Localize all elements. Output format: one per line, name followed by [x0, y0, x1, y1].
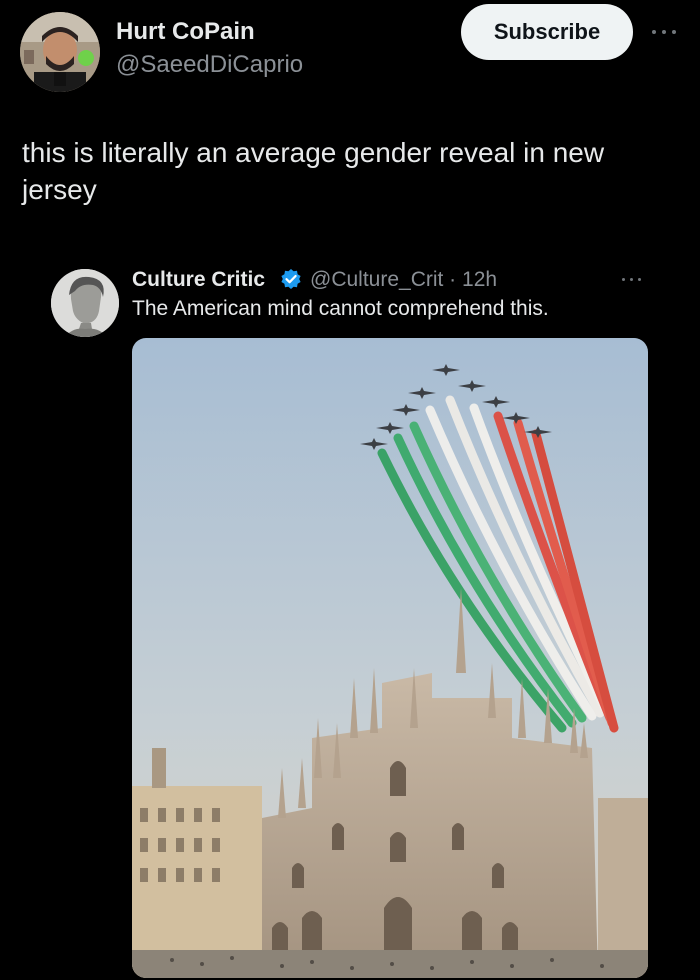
quoted-author-handle-time[interactable]: @Culture_Crit · 12h [310, 268, 497, 292]
subscribe-button[interactable]: Subscribe [461, 4, 633, 60]
author-display-name[interactable]: Hurt CoPain [116, 18, 255, 46]
quoted-post[interactable]: Culture Critic @Culture_Crit · 12h The A… [48, 260, 660, 980]
ellipsis-icon[interactable] [620, 272, 644, 288]
verified-badge-icon [281, 269, 301, 289]
quoted-post-text: The American mind cannot comprehend this… [132, 297, 549, 320]
profile-photo-icon [20, 12, 100, 92]
quoted-author-name[interactable]: Culture Critic [132, 268, 265, 292]
quoted-author-avatar[interactable] [51, 269, 119, 337]
post-text: this is literally an average gender reve… [22, 137, 605, 205]
author-handle[interactable]: @SaeedDiCaprio [116, 51, 303, 79]
cathedral-photo-icon [132, 338, 648, 978]
ellipsis-icon[interactable] [650, 22, 678, 42]
quoted-post-photo[interactable] [132, 338, 648, 978]
statue-bust-icon [51, 269, 119, 337]
author-avatar[interactable] [20, 12, 100, 92]
